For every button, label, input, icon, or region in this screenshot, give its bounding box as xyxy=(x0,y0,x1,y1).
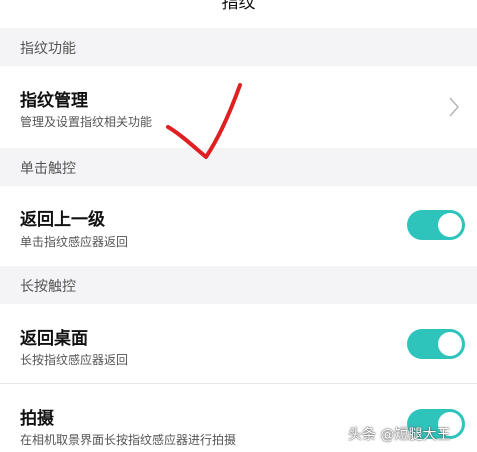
row-title: 拍摄 xyxy=(20,409,54,429)
section-label: 长按触控 xyxy=(20,279,76,295)
section-header-long-press: 长按触控 xyxy=(0,266,477,304)
section-label: 指纹功能 xyxy=(20,41,76,57)
top-bar: 指纹 xyxy=(0,0,477,29)
section-label: 单击触控 xyxy=(20,161,76,177)
toggle-knob xyxy=(438,332,462,356)
return-home-toggle[interactable] xyxy=(407,329,465,359)
go-back-toggle[interactable] xyxy=(407,210,465,240)
settings-row-fingerprint-management[interactable]: 指纹管理 管理及设置指纹相关功能 xyxy=(0,66,477,148)
page-title: 指纹 xyxy=(221,0,256,13)
row-subtitle: 长按指纹感应器返回 xyxy=(20,353,129,367)
row-subtitle: 在相机取景界面长按指纹感应器进行拍摄 xyxy=(20,433,237,447)
row-title: 指纹管理 xyxy=(20,91,88,111)
toggle-knob xyxy=(438,213,462,237)
settings-row-return-home[interactable]: 返回桌面 长按指纹感应器返回 xyxy=(0,304,477,382)
watermark: 头条 @短腿大王 xyxy=(348,427,451,443)
row-subtitle: 管理及设置指纹相关功能 xyxy=(20,115,153,129)
fingerprint-settings-screen: 指纹 指纹功能 指纹管理 管理及设置指纹相关功能 单击触控 返回上一级 单击指纹… xyxy=(0,0,477,452)
row-subtitle: 单击指纹感应器返回 xyxy=(20,235,129,249)
settings-row-go-back[interactable]: 返回上一级 单击指纹感应器返回 xyxy=(0,186,477,266)
chevron-right-icon xyxy=(449,97,460,117)
row-title: 返回桌面 xyxy=(20,329,88,349)
row-title: 返回上一级 xyxy=(20,210,105,230)
section-header-fingerprint-functions: 指纹功能 xyxy=(0,28,477,66)
section-header-single-tap: 单击触控 xyxy=(0,148,477,186)
